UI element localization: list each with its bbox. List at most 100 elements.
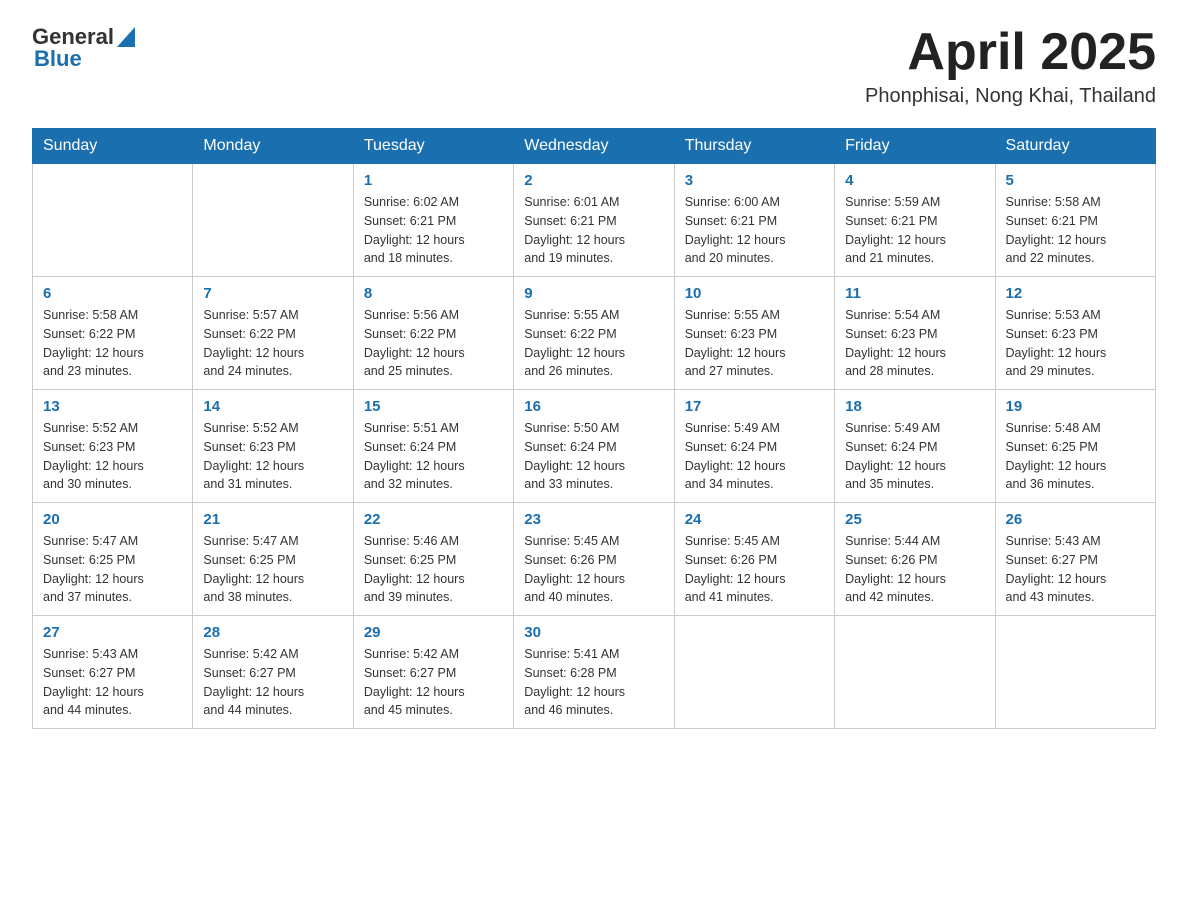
day-info: Sunrise: 5:52 AMSunset: 6:23 PMDaylight:… xyxy=(43,419,182,494)
day-number: 9 xyxy=(524,285,663,302)
calendar-day-cell: 24Sunrise: 5:45 AMSunset: 6:26 PMDayligh… xyxy=(674,503,834,616)
month-title: April 2025 xyxy=(865,24,1156,81)
calendar-header-row: SundayMondayTuesdayWednesdayThursdayFrid… xyxy=(33,129,1156,164)
day-info: Sunrise: 5:46 AMSunset: 6:25 PMDaylight:… xyxy=(364,532,503,607)
day-info: Sunrise: 5:52 AMSunset: 6:23 PMDaylight:… xyxy=(203,419,342,494)
calendar-day-cell: 27 Sunrise: 5:43 AMSunset: 6:27 PMDayligh… xyxy=(33,616,193,729)
calendar-day-cell: 15 Sunrise: 5:51 AMSunset: 6:24 PMDayligh… xyxy=(353,390,513,503)
day-number: 28 xyxy=(203,624,342,641)
day-number: 3 xyxy=(685,172,824,189)
day-number: 30 xyxy=(524,624,663,641)
calendar-week-row: 27 Sunrise: 5:43 AMSunset: 6:27 PMDayligh… xyxy=(33,616,1156,729)
title-area: April 2025 Phonphisai, Nong Khai, Thaila… xyxy=(865,24,1156,108)
day-info: Sunrise: 5:45 AMSunset: 6:26 PMDaylight:… xyxy=(685,532,824,607)
logo-blue-text: Blue xyxy=(34,46,82,72)
calendar-day-cell xyxy=(33,164,193,277)
day-number: 8 xyxy=(364,285,503,302)
day-number: 22 xyxy=(364,511,503,528)
calendar-week-row: 20 Sunrise: 5:47 AMSunset: 6:25 PMDayligh… xyxy=(33,503,1156,616)
day-number: 1 xyxy=(364,172,503,189)
day-info: Sunrise: 5:49 AMSunset: 6:24 PMDaylight:… xyxy=(845,419,984,494)
day-info: Sunrise: 5:53 AMSunset: 6:23 PMDaylight:… xyxy=(1006,306,1145,381)
day-info: Sunrise: 5:55 AMSunset: 6:22 PMDaylight:… xyxy=(524,306,663,381)
day-info: Sunrise: 5:43 AMSunset: 6:27 PMDaylight:… xyxy=(43,645,182,720)
logo: General Blue xyxy=(32,24,135,72)
day-number: 13 xyxy=(43,398,182,415)
day-number: 4 xyxy=(845,172,984,189)
day-number: 2 xyxy=(524,172,663,189)
day-info: Sunrise: 6:01 AMSunset: 6:21 PMDaylight:… xyxy=(524,193,663,268)
day-number: 15 xyxy=(364,398,503,415)
day-info: Sunrise: 5:45 AMSunset: 6:26 PMDaylight:… xyxy=(524,532,663,607)
day-number: 25 xyxy=(845,511,984,528)
day-info: Sunrise: 5:59 AMSunset: 6:21 PMDaylight:… xyxy=(845,193,984,268)
calendar-day-cell: 10 Sunrise: 5:55 AMSunset: 6:23 PMDayligh… xyxy=(674,277,834,390)
calendar-day-cell: 14 Sunrise: 5:52 AMSunset: 6:23 PMDayligh… xyxy=(193,390,353,503)
day-info: Sunrise: 5:58 AMSunset: 6:21 PMDaylight:… xyxy=(1006,193,1145,268)
calendar-day-cell: 7 Sunrise: 5:57 AMSunset: 6:22 PMDaylight… xyxy=(193,277,353,390)
calendar-day-cell: 17Sunrise: 5:49 AMSunset: 6:24 PMDayligh… xyxy=(674,390,834,503)
calendar-day-cell xyxy=(674,616,834,729)
page-header: General Blue April 2025 Phonphisai, Nong… xyxy=(32,24,1156,108)
day-number: 6 xyxy=(43,285,182,302)
day-number: 7 xyxy=(203,285,342,302)
calendar-weekday-header: Sunday xyxy=(33,129,193,164)
calendar-day-cell: 4 Sunrise: 5:59 AMSunset: 6:21 PMDaylight… xyxy=(835,164,995,277)
calendar-day-cell: 18 Sunrise: 5:49 AMSunset: 6:24 PMDayligh… xyxy=(835,390,995,503)
day-number: 20 xyxy=(43,511,182,528)
day-info: Sunrise: 5:42 AMSunset: 6:27 PMDaylight:… xyxy=(364,645,503,720)
calendar-day-cell: 20 Sunrise: 5:47 AMSunset: 6:25 PMDayligh… xyxy=(33,503,193,616)
day-info: Sunrise: 5:57 AMSunset: 6:22 PMDaylight:… xyxy=(203,306,342,381)
calendar-weekday-header: Thursday xyxy=(674,129,834,164)
day-info: Sunrise: 5:56 AMSunset: 6:22 PMDaylight:… xyxy=(364,306,503,381)
calendar-day-cell xyxy=(193,164,353,277)
day-info: Sunrise: 5:41 AMSunset: 6:28 PMDaylight:… xyxy=(524,645,663,720)
day-number: 19 xyxy=(1006,398,1145,415)
day-info: Sunrise: 5:55 AMSunset: 6:23 PMDaylight:… xyxy=(685,306,824,381)
day-info: Sunrise: 5:58 AMSunset: 6:22 PMDaylight:… xyxy=(43,306,182,381)
calendar-day-cell: 5Sunrise: 5:58 AMSunset: 6:21 PMDaylight… xyxy=(995,164,1155,277)
calendar-day-cell: 23 Sunrise: 5:45 AMSunset: 6:26 PMDayligh… xyxy=(514,503,674,616)
calendar-day-cell: 11 Sunrise: 5:54 AMSunset: 6:23 PMDayligh… xyxy=(835,277,995,390)
day-info: Sunrise: 6:00 AMSunset: 6:21 PMDaylight:… xyxy=(685,193,824,268)
calendar-day-cell: 30 Sunrise: 5:41 AMSunset: 6:28 PMDayligh… xyxy=(514,616,674,729)
calendar-day-cell: 3 Sunrise: 6:00 AMSunset: 6:21 PMDaylight… xyxy=(674,164,834,277)
calendar-table: SundayMondayTuesdayWednesdayThursdayFrid… xyxy=(32,128,1156,729)
calendar-day-cell: 8 Sunrise: 5:56 AMSunset: 6:22 PMDaylight… xyxy=(353,277,513,390)
day-number: 11 xyxy=(845,285,984,302)
calendar-day-cell: 19Sunrise: 5:48 AMSunset: 6:25 PMDayligh… xyxy=(995,390,1155,503)
calendar-day-cell xyxy=(995,616,1155,729)
calendar-weekday-header: Wednesday xyxy=(514,129,674,164)
calendar-weekday-header: Saturday xyxy=(995,129,1155,164)
day-number: 16 xyxy=(524,398,663,415)
day-number: 29 xyxy=(364,624,503,641)
calendar-day-cell: 25 Sunrise: 5:44 AMSunset: 6:26 PMDayligh… xyxy=(835,503,995,616)
day-info: Sunrise: 5:44 AMSunset: 6:26 PMDaylight:… xyxy=(845,532,984,607)
day-number: 26 xyxy=(1006,511,1145,528)
calendar-day-cell: 29 Sunrise: 5:42 AMSunset: 6:27 PMDayligh… xyxy=(353,616,513,729)
calendar-day-cell: 1Sunrise: 6:02 AMSunset: 6:21 PMDaylight… xyxy=(353,164,513,277)
day-info: Sunrise: 5:47 AMSunset: 6:25 PMDaylight:… xyxy=(203,532,342,607)
day-info: Sunrise: 5:54 AMSunset: 6:23 PMDaylight:… xyxy=(845,306,984,381)
day-number: 14 xyxy=(203,398,342,415)
day-info: Sunrise: 5:43 AMSunset: 6:27 PMDaylight:… xyxy=(1006,532,1145,607)
day-info: Sunrise: 5:42 AMSunset: 6:27 PMDaylight:… xyxy=(203,645,342,720)
calendar-day-cell: 22 Sunrise: 5:46 AMSunset: 6:25 PMDayligh… xyxy=(353,503,513,616)
calendar-day-cell: 6 Sunrise: 5:58 AMSunset: 6:22 PMDaylight… xyxy=(33,277,193,390)
calendar-day-cell xyxy=(835,616,995,729)
day-number: 23 xyxy=(524,511,663,528)
calendar-week-row: 1Sunrise: 6:02 AMSunset: 6:21 PMDaylight… xyxy=(33,164,1156,277)
calendar-weekday-header: Tuesday xyxy=(353,129,513,164)
calendar-day-cell: 28 Sunrise: 5:42 AMSunset: 6:27 PMDayligh… xyxy=(193,616,353,729)
day-number: 12 xyxy=(1006,285,1145,302)
day-number: 17 xyxy=(685,398,824,415)
day-info: Sunrise: 5:51 AMSunset: 6:24 PMDaylight:… xyxy=(364,419,503,494)
day-number: 27 xyxy=(43,624,182,641)
calendar-week-row: 6 Sunrise: 5:58 AMSunset: 6:22 PMDaylight… xyxy=(33,277,1156,390)
day-number: 18 xyxy=(845,398,984,415)
day-info: Sunrise: 5:47 AMSunset: 6:25 PMDaylight:… xyxy=(43,532,182,607)
calendar-day-cell: 26 Sunrise: 5:43 AMSunset: 6:27 PMDayligh… xyxy=(995,503,1155,616)
day-number: 10 xyxy=(685,285,824,302)
calendar-day-cell: 21Sunrise: 5:47 AMSunset: 6:25 PMDayligh… xyxy=(193,503,353,616)
calendar-weekday-header: Friday xyxy=(835,129,995,164)
